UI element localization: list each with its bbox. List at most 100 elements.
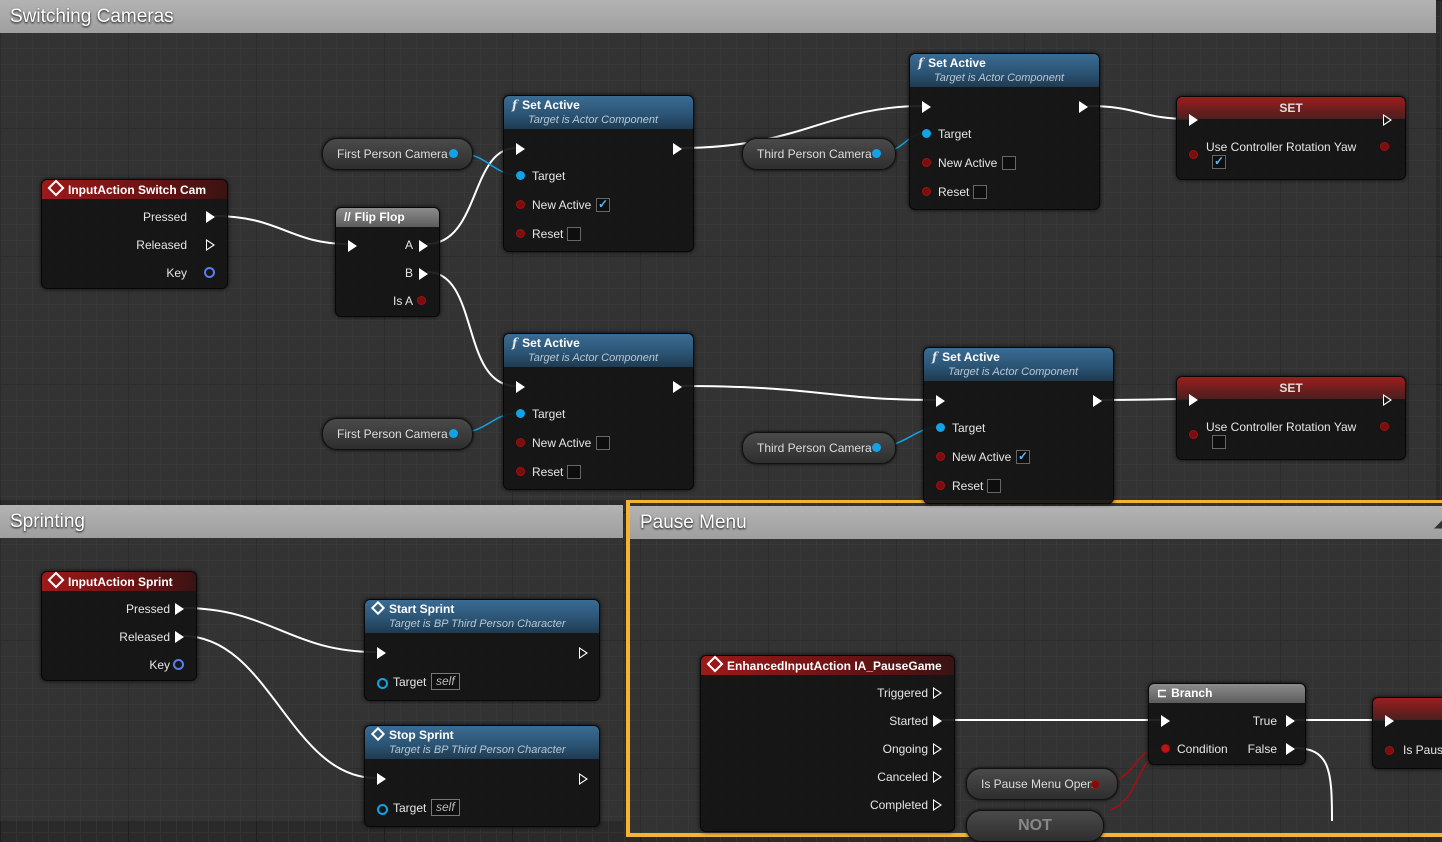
checkbox-reset[interactable] xyxy=(567,465,581,479)
exec-pin-pressed[interactable] xyxy=(175,603,184,615)
var-first-person-camera[interactable]: First Person Camera xyxy=(322,418,473,450)
bool-pin-is-a[interactable] xyxy=(417,296,426,305)
object-pin-target[interactable] xyxy=(922,129,931,138)
object-pin-target[interactable] xyxy=(936,423,945,432)
object-pin[interactable] xyxy=(872,443,881,452)
bool-pin-new-active[interactable] xyxy=(936,452,945,461)
exec-pin-released[interactable] xyxy=(206,239,215,251)
node-inputaction-switch-cam[interactable]: InputAction Switch Cam Pressed Released … xyxy=(41,179,228,289)
exec-pin-in[interactable] xyxy=(516,143,525,155)
exec-pin-out[interactable] xyxy=(1383,114,1392,126)
branch-icon: ⊏ xyxy=(1157,686,1168,700)
checkbox-yaw[interactable] xyxy=(1212,154,1226,169)
bool-pin-value[interactable] xyxy=(1189,430,1198,439)
target-self-field[interactable]: self xyxy=(431,673,460,690)
bool-pin-reset[interactable] xyxy=(516,467,525,476)
comment-title[interactable]: Switching Cameras xyxy=(0,0,1436,33)
node-title: SET xyxy=(1279,101,1303,115)
exec-pin-triggered[interactable] xyxy=(933,687,942,699)
exec-pin-out[interactable] xyxy=(673,381,682,393)
bool-pin-condition[interactable] xyxy=(1161,744,1170,753)
checkbox-new-active[interactable] xyxy=(596,436,610,450)
bool-pin[interactable] xyxy=(1091,780,1100,789)
exec-pin-out[interactable] xyxy=(579,647,588,659)
checkbox-new-active[interactable] xyxy=(1016,449,1030,464)
exec-pin-false[interactable] xyxy=(1286,743,1295,755)
bool-pin-output[interactable] xyxy=(1380,142,1389,151)
key-pin[interactable] xyxy=(173,659,184,670)
checkbox-yaw[interactable] xyxy=(1212,435,1226,449)
checkbox-new-active[interactable] xyxy=(1002,156,1016,170)
node-set-active-1[interactable]: f Set Active Target is Actor Component Ta… xyxy=(503,95,694,252)
exec-pin-completed[interactable] xyxy=(933,799,942,811)
key-pin[interactable] xyxy=(204,267,215,278)
comment-title[interactable]: Sprinting xyxy=(0,505,623,538)
bool-pin-reset[interactable] xyxy=(936,481,945,490)
exec-pin-pressed[interactable] xyxy=(206,211,215,223)
checkbox-reset[interactable] xyxy=(973,185,987,199)
checkbox-reset[interactable] xyxy=(987,479,1001,493)
bool-pin-value[interactable] xyxy=(1189,150,1198,159)
object-pin-target[interactable] xyxy=(377,804,388,815)
node-set-active-4[interactable]: f Set Active Target is Actor Component Ta… xyxy=(923,347,1114,504)
exec-pin-released[interactable] xyxy=(175,631,184,643)
bool-pin-new-active[interactable] xyxy=(516,438,525,447)
bool-pin-new-active[interactable] xyxy=(516,200,525,209)
node-set-is-paused-partial[interactable]: Is Pause xyxy=(1372,697,1442,769)
object-pin-target[interactable] xyxy=(377,678,388,689)
exec-pin-in[interactable] xyxy=(1189,394,1198,406)
node-set-active-2[interactable]: f Set Active Target is Actor Component Ta… xyxy=(909,53,1100,210)
bool-pin-reset[interactable] xyxy=(516,229,525,238)
exec-pin-out[interactable] xyxy=(1383,394,1392,406)
bool-pin-output[interactable] xyxy=(1380,422,1389,431)
exec-pin-in[interactable] xyxy=(922,101,931,113)
exec-pin-canceled[interactable] xyxy=(933,771,942,783)
exec-pin-a[interactable] xyxy=(419,240,428,252)
resize-handle-icon[interactable]: ◢ xyxy=(1434,517,1442,529)
exec-pin-in[interactable] xyxy=(936,395,945,407)
node-inputaction-sprint[interactable]: InputAction Sprint Pressed Released Key xyxy=(41,571,197,681)
object-pin-target[interactable] xyxy=(516,409,525,418)
node-set-use-controller-yaw-2[interactable]: SET Use Controller Rotation Yaw xyxy=(1176,376,1406,460)
var-is-pause-menu-open[interactable]: Is Pause Menu Open xyxy=(966,768,1118,800)
checkbox-new-active[interactable] xyxy=(596,197,610,212)
exec-pin-ongoing[interactable] xyxy=(933,743,942,755)
checkbox-reset[interactable] xyxy=(567,227,581,241)
exec-pin-b[interactable] xyxy=(419,268,428,280)
node-flip-flop[interactable]: //Flip Flop A B Is A xyxy=(335,207,440,317)
exec-pin-true[interactable] xyxy=(1286,715,1295,727)
exec-pin-out[interactable] xyxy=(1093,395,1102,407)
object-pin[interactable] xyxy=(872,149,881,158)
bool-pin-value[interactable] xyxy=(1385,746,1394,755)
bool-pin-reset[interactable] xyxy=(922,187,931,196)
var-third-person-camera[interactable]: Third Person Camera xyxy=(742,432,896,464)
exec-pin-in[interactable] xyxy=(1385,715,1394,727)
exec-pin-in[interactable] xyxy=(348,240,357,252)
exec-pin-in[interactable] xyxy=(377,647,386,659)
exec-pin-started[interactable] xyxy=(933,715,942,727)
exec-pin-in[interactable] xyxy=(516,381,525,393)
exec-pin-in[interactable] xyxy=(377,773,386,785)
node-set-use-controller-yaw-1[interactable]: SET Use Controller Rotation Yaw xyxy=(1176,96,1406,180)
object-pin-target[interactable] xyxy=(516,171,525,180)
var-first-person-camera[interactable]: First Person Camera xyxy=(322,138,473,170)
node-branch[interactable]: ⊏ Branch True Condition False xyxy=(1148,683,1306,765)
object-pin[interactable] xyxy=(449,149,458,158)
var-third-person-camera[interactable]: Third Person Camera xyxy=(742,138,896,170)
exec-pin-in[interactable] xyxy=(1161,715,1170,727)
node-set-active-3[interactable]: f Set Active Target is Actor Component Ta… xyxy=(503,333,694,490)
pin-label-reset: Reset xyxy=(952,479,984,493)
exec-pin-in[interactable] xyxy=(1189,114,1198,126)
bool-pin-new-active[interactable] xyxy=(922,158,931,167)
node-start-sprint[interactable]: Start Sprint Target is BP Third Person C… xyxy=(364,599,600,701)
exec-pin-out[interactable] xyxy=(1079,101,1088,113)
pin-label-b: B xyxy=(404,266,413,280)
comment-title[interactable]: Pause Menu xyxy=(630,506,1442,539)
node-enhanced-input-pause-game[interactable]: EnhancedInputAction IA_PauseGame Trigger… xyxy=(700,655,955,832)
target-self-field[interactable]: self xyxy=(431,799,460,816)
node-stop-sprint[interactable]: Stop Sprint Target is BP Third Person Ch… xyxy=(364,725,600,827)
object-pin[interactable] xyxy=(449,429,458,438)
node-not-partial[interactable]: NOT xyxy=(966,810,1104,842)
exec-pin-out[interactable] xyxy=(579,773,588,785)
exec-pin-out[interactable] xyxy=(673,143,682,155)
